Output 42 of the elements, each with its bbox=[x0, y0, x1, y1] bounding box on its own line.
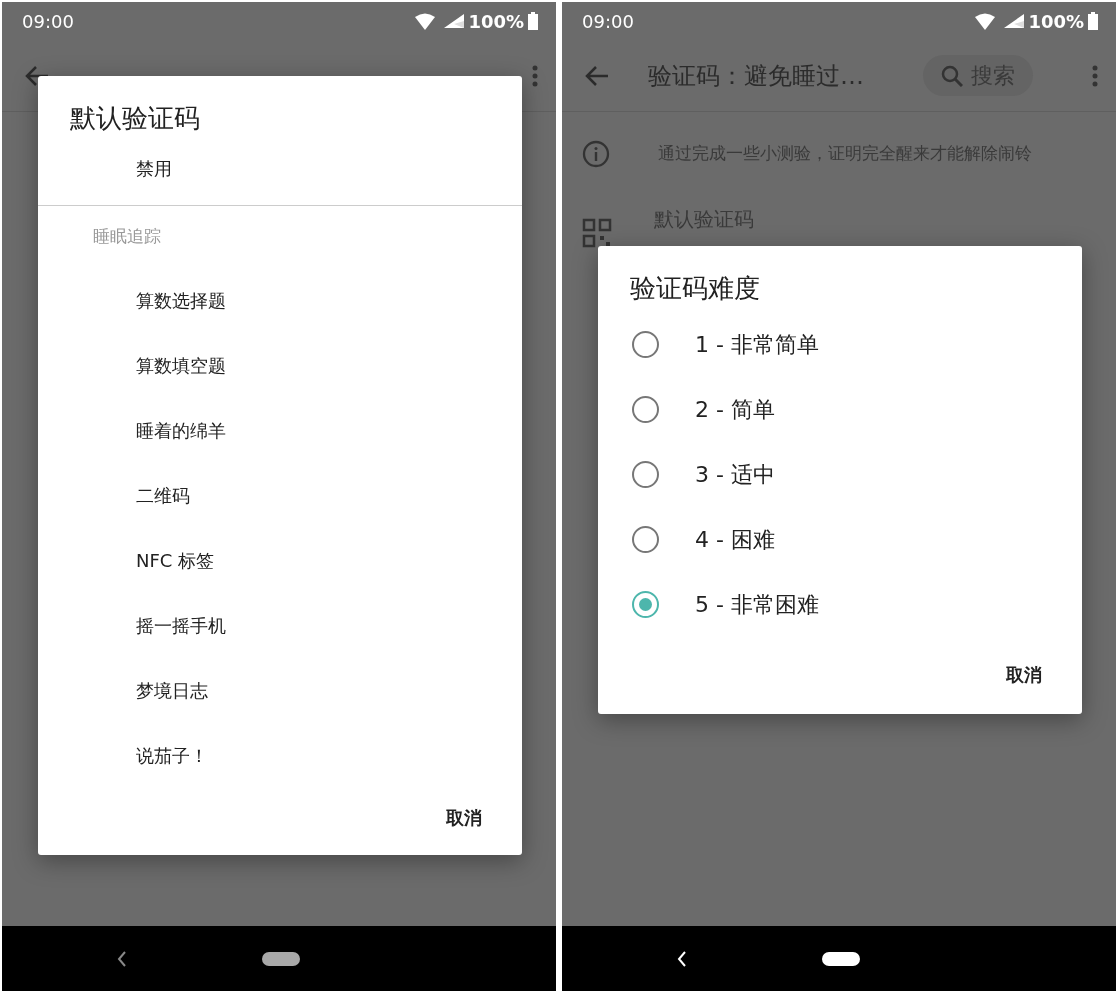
back-icon[interactable] bbox=[116, 949, 128, 968]
qr-code-icon bbox=[582, 218, 612, 248]
battery-level: 100% bbox=[1028, 9, 1084, 34]
battery-level: 100% bbox=[468, 9, 524, 34]
battery-icon bbox=[1088, 12, 1098, 30]
option-item[interactable]: 算数选择题 bbox=[38, 268, 522, 333]
dialog-title: 默认验证码 bbox=[69, 102, 201, 135]
option-item[interactable]: 梦境日志 bbox=[38, 658, 522, 723]
status-time: 09:00 bbox=[582, 9, 634, 34]
option-label: 4 - 困难 bbox=[695, 526, 775, 554]
option-item[interactable]: 二维码 bbox=[38, 463, 522, 528]
home-icon[interactable] bbox=[262, 951, 300, 966]
radio-button[interactable] bbox=[632, 331, 659, 358]
option-label: 3 - 适中 bbox=[695, 461, 775, 489]
cancel-button[interactable]: 取消 bbox=[996, 655, 1052, 694]
option-item[interactable]: 摇一摇手机 bbox=[38, 593, 522, 658]
more-icon[interactable] bbox=[1092, 64, 1098, 87]
option-item[interactable]: 算数填空题 bbox=[38, 333, 522, 398]
option-label: 5 - 非常困难 bbox=[695, 591, 819, 619]
option-item[interactable]: NFC 标签 bbox=[38, 528, 522, 593]
option-label: 1 - 非常简单 bbox=[695, 331, 819, 359]
option-item[interactable]: 说茄子！ bbox=[38, 723, 522, 788]
search-icon bbox=[941, 64, 963, 87]
status-time: 09:00 bbox=[22, 9, 74, 34]
info-icon bbox=[582, 140, 610, 168]
radio-button[interactable] bbox=[632, 591, 659, 618]
back-icon[interactable] bbox=[676, 949, 688, 968]
option-label: 2 - 简单 bbox=[695, 396, 775, 424]
section-header: 睡眠追踪 bbox=[92, 225, 162, 249]
battery-icon bbox=[528, 12, 538, 30]
radio-button[interactable] bbox=[632, 526, 659, 553]
wifi-icon bbox=[414, 12, 437, 30]
more-icon[interactable] bbox=[532, 64, 538, 87]
wifi-icon bbox=[974, 12, 997, 30]
cancel-button[interactable]: 取消 bbox=[436, 798, 492, 837]
radio-button[interactable] bbox=[632, 461, 659, 488]
screen-title: 验证码：避免睡过… bbox=[648, 60, 864, 92]
option-item[interactable]: 禁用 bbox=[38, 136, 522, 201]
home-icon[interactable] bbox=[822, 951, 860, 966]
option-item[interactable]: 睡着的绵羊 bbox=[38, 398, 522, 463]
radio-button[interactable] bbox=[632, 396, 659, 423]
dialog-title: 验证码难度 bbox=[629, 272, 761, 305]
